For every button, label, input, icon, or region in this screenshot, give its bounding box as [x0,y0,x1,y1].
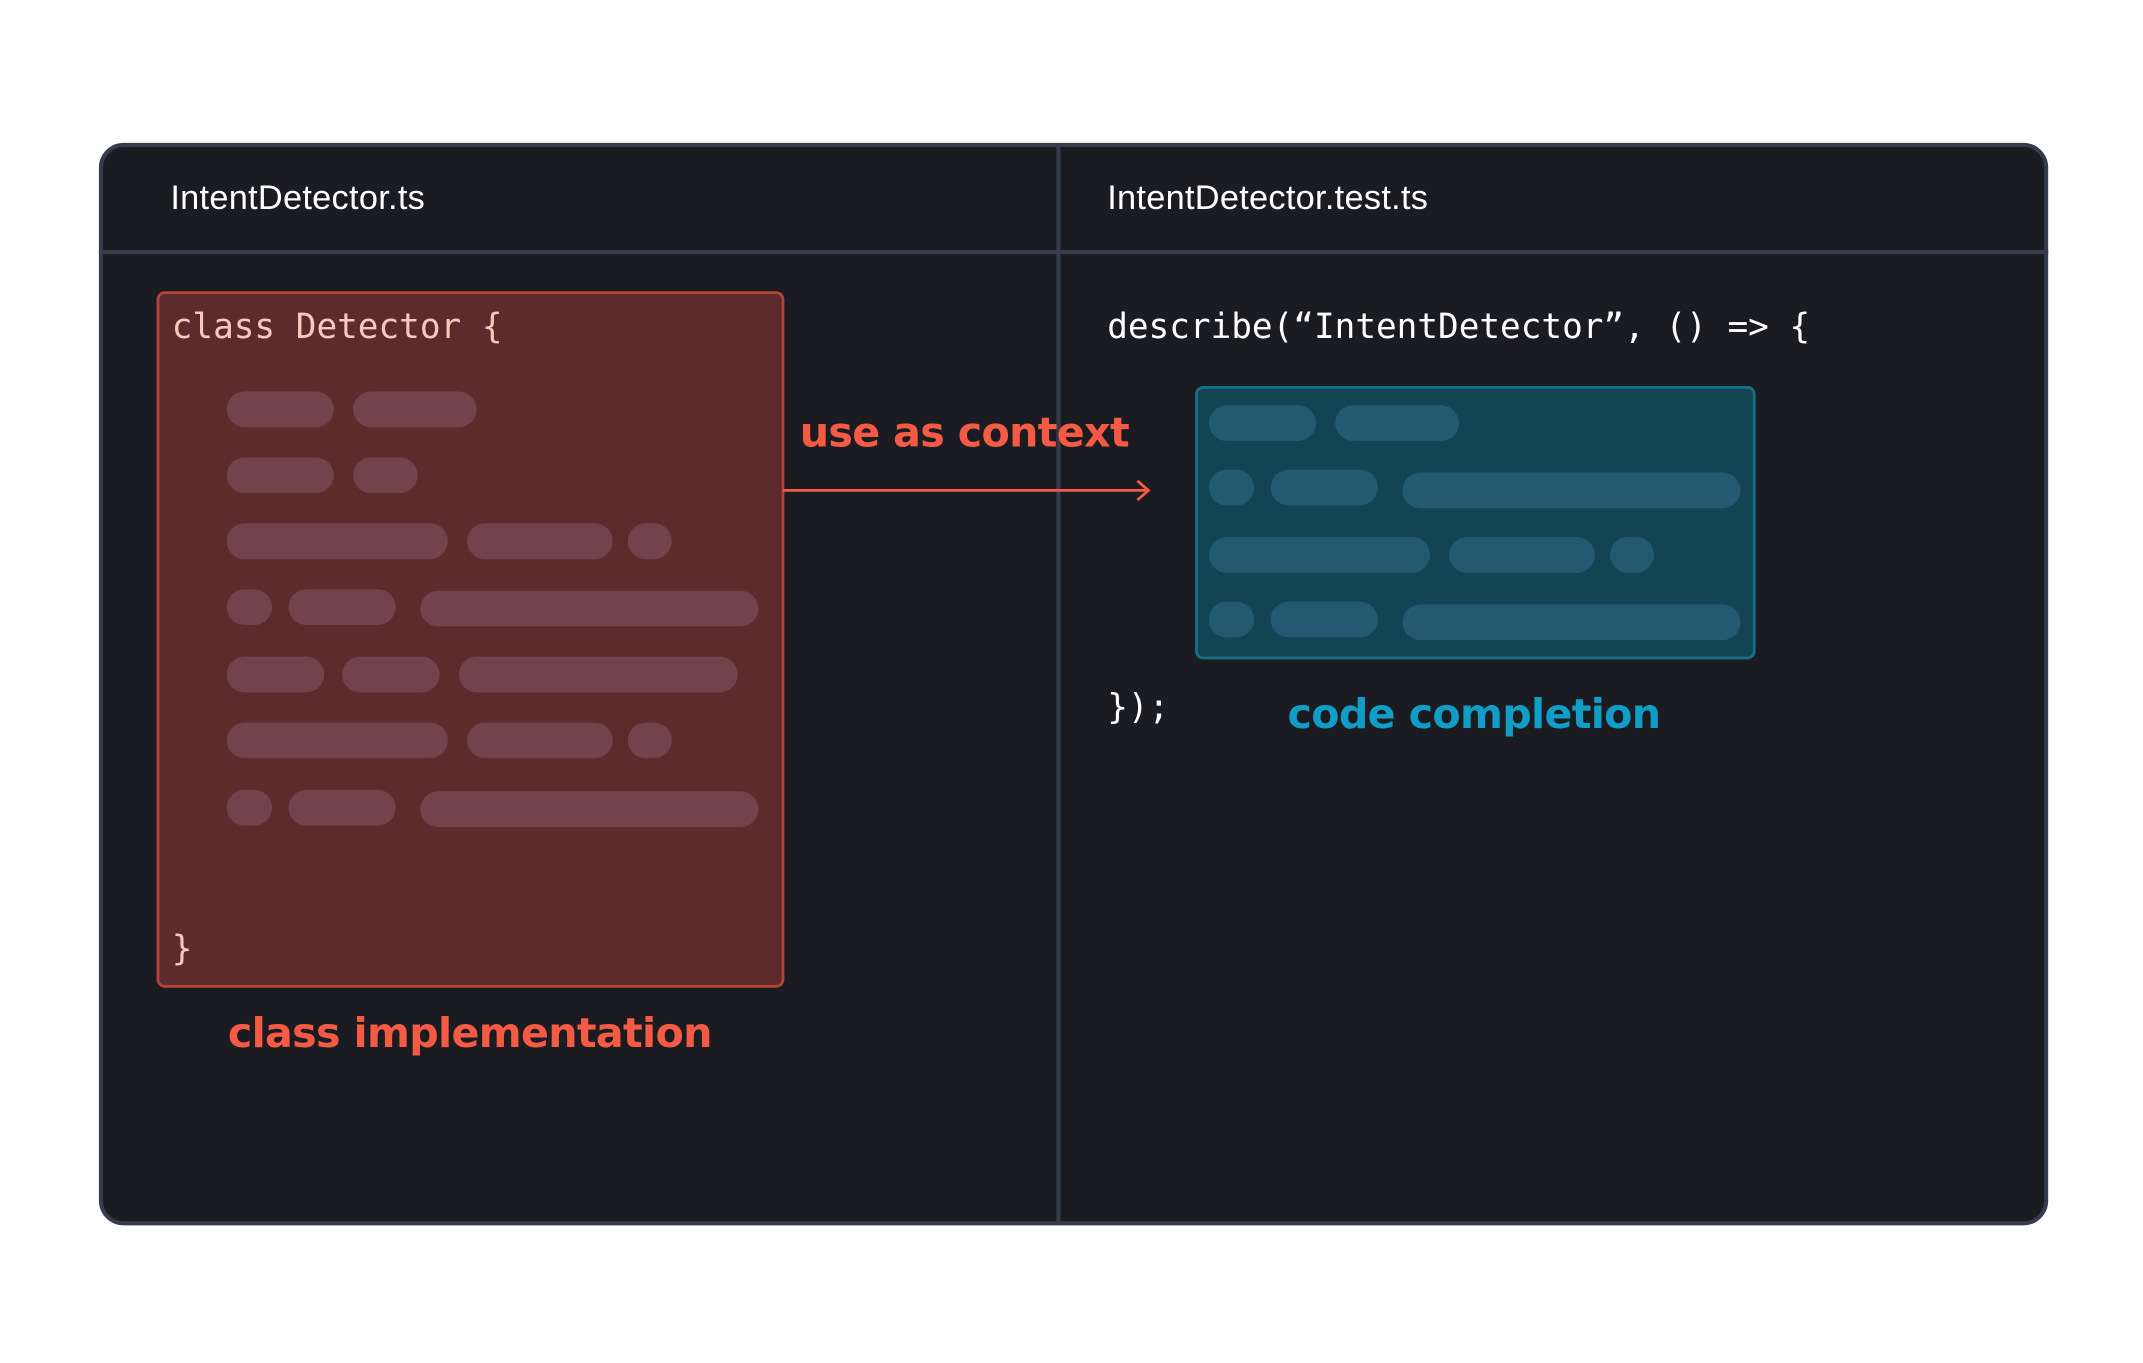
class-open-code: class Detector { [171,306,503,347]
code-placeholder [420,590,759,627]
describe-open-code: describe(“IntentDetector”, () => { [1107,306,1811,347]
code-placeholder [467,523,613,560]
arrow-right-icon [783,479,1151,502]
code-placeholder [288,589,396,626]
code-placeholder [226,523,448,560]
code-placeholder [226,589,272,626]
tab-right-file[interactable]: IntentDetector.test.ts [1107,179,1428,219]
code-placeholder [226,656,325,693]
completion-placeholder [1208,537,1431,573]
code-placeholder [226,391,334,428]
completion-placeholder [1402,472,1741,509]
completion-placeholder [1402,604,1741,641]
code-placeholder [627,722,672,759]
tab-left-file[interactable]: IntentDetector.ts [170,179,425,219]
code-placeholder [226,722,448,759]
completion-placeholder [1449,537,1595,573]
pane-divider [1056,146,1061,1222]
completion-placeholder [1609,537,1654,573]
code-placeholder [288,789,396,826]
completion-placeholder [1208,405,1317,441]
code-placeholder [420,791,759,827]
code-completion-caption: code completion [1287,690,1661,740]
code-placeholder [627,523,672,560]
code-placeholder [353,457,418,494]
completion-placeholder [1270,469,1378,506]
class-close-code: } [171,928,193,969]
completion-placeholder [1208,601,1255,638]
completion-placeholder [1208,469,1255,506]
completion-placeholder [1335,405,1459,441]
code-placeholder [467,722,613,759]
code-placeholder [342,656,440,693]
use-as-context-label: use as context [799,409,1130,458]
code-placeholder [353,391,477,428]
code-placeholder [458,656,738,693]
completion-placeholder [1270,601,1378,638]
header-divider [98,250,2049,255]
code-placeholder [226,457,334,494]
diagram-stage: IntentDetector.ts class Detector { } cla… [0,0,2143,1363]
code-placeholder [226,789,272,826]
describe-close-code: }); [1107,686,1170,727]
class-implementation-caption: class implementation [227,1009,713,1058]
